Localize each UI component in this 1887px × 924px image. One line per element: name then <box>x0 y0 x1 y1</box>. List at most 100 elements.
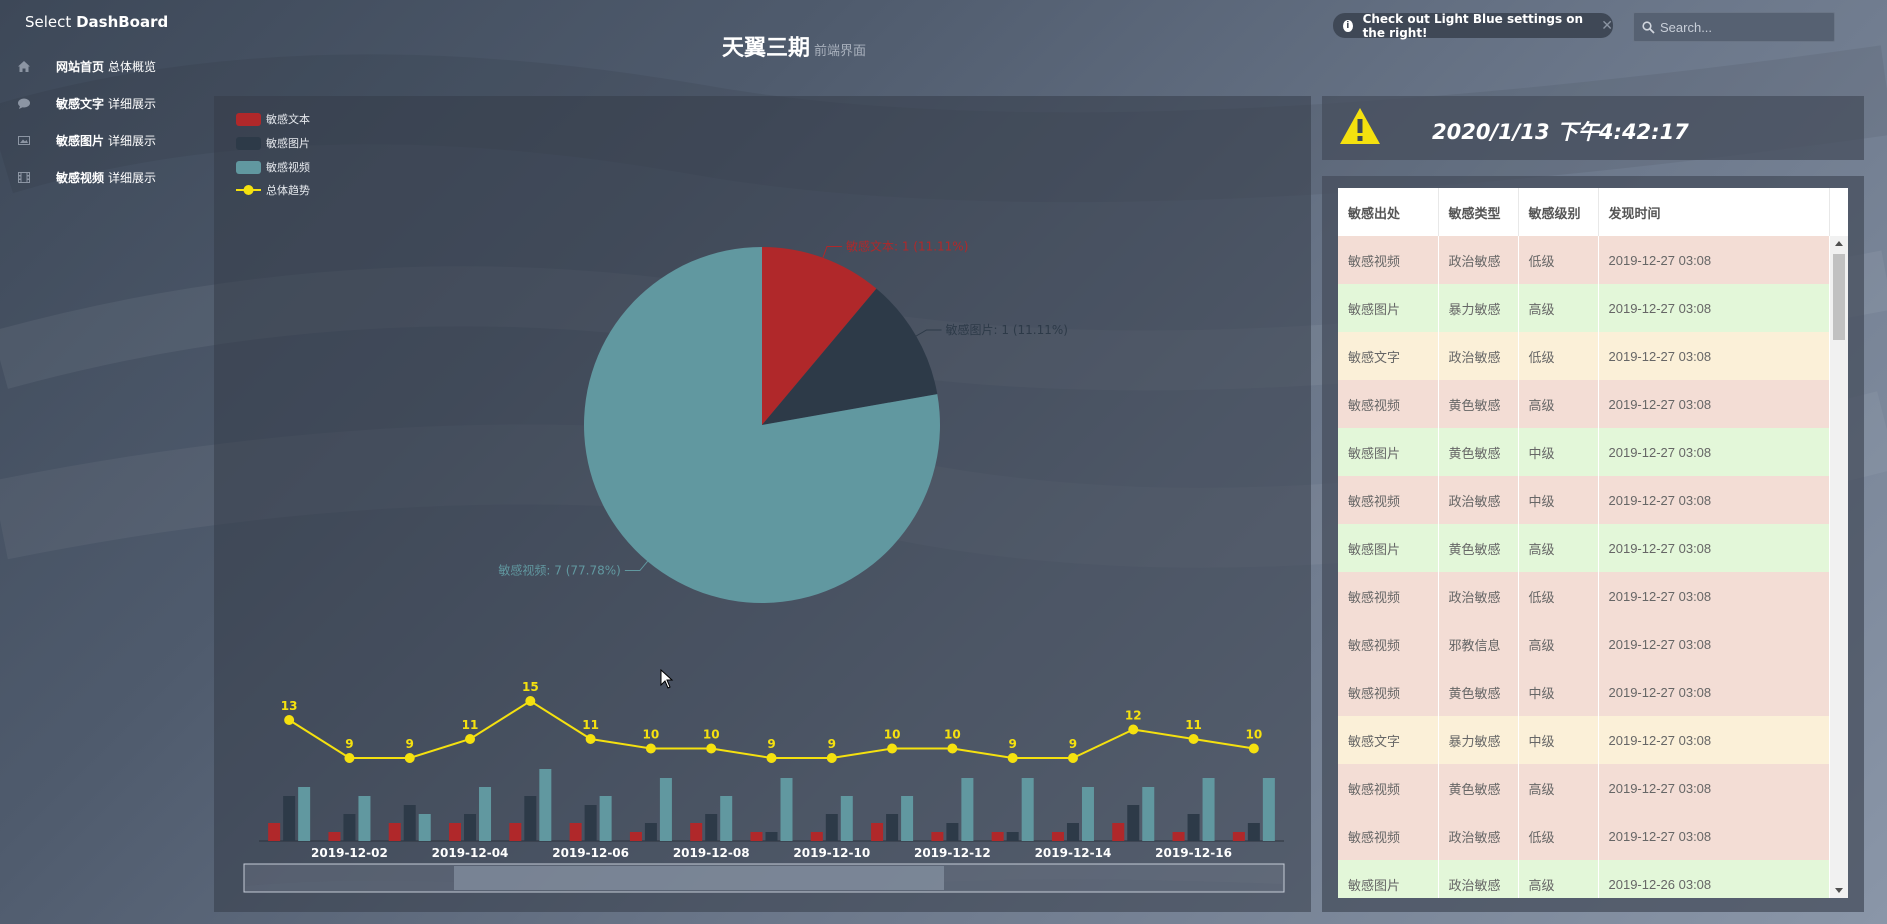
bar[interactable] <box>720 796 733 841</box>
bar[interactable] <box>524 796 537 841</box>
bar[interactable] <box>1021 778 1034 841</box>
bar[interactable] <box>1051 832 1064 841</box>
trend-point[interactable] <box>887 743 898 754</box>
table-row[interactable]: 敏感图片 黄色敏感 高级 2019-12-27 03:08 <box>1338 524 1830 572</box>
bar[interactable] <box>569 823 582 841</box>
bar[interactable] <box>599 796 612 841</box>
legend-swatch-text[interactable] <box>236 113 261 126</box>
trend-point[interactable] <box>284 715 295 725</box>
trend-point[interactable] <box>525 696 536 706</box>
legend-label-trend[interactable]: 总体趋势 <box>266 183 310 197</box>
trend-point[interactable] <box>404 753 415 763</box>
table-row[interactable]: 敏感图片 黄色敏感 中级 2019-12-27 03:08 <box>1338 428 1830 476</box>
bar[interactable] <box>690 823 703 841</box>
trend-point[interactable] <box>826 753 837 763</box>
bar[interactable] <box>901 796 914 841</box>
bar[interactable] <box>1006 832 1019 841</box>
bar[interactable] <box>403 805 416 841</box>
scroll-thumb[interactable] <box>1833 254 1845 340</box>
slider-window[interactable] <box>454 866 944 890</box>
trend-point[interactable] <box>1128 724 1139 735</box>
bar[interactable] <box>388 823 401 841</box>
trend-point[interactable] <box>766 753 777 763</box>
scroll-up-arrow[interactable] <box>1835 241 1843 246</box>
trend-point[interactable] <box>1248 743 1259 754</box>
trend-point[interactable] <box>1067 753 1078 763</box>
table-row[interactable]: 敏感视频 政治敏感 低级 2019-12-27 03:08 <box>1338 812 1830 860</box>
bar[interactable] <box>659 778 672 841</box>
legend-swatch-trend-dot[interactable] <box>243 185 254 195</box>
table-row[interactable]: 敏感图片 暴力敏感 高级 2019-12-27 03:08 <box>1338 284 1830 332</box>
bar[interactable] <box>418 814 431 841</box>
column-header-level[interactable]: 敏感级别 <box>1518 188 1599 236</box>
sidebar-item-video[interactable]: 敏感视频 详细展示 <box>0 159 200 196</box>
table-row[interactable]: 敏感视频 政治敏感 低级 2019-12-27 03:08 <box>1338 236 1830 284</box>
trend-point[interactable] <box>706 743 717 754</box>
column-header-type[interactable]: 敏感类型 <box>1438 188 1519 236</box>
bar[interactable] <box>931 832 944 841</box>
column-header-time[interactable]: 发现时间 <box>1598 188 1830 236</box>
bar[interactable] <box>343 814 356 841</box>
bar[interactable] <box>780 778 793 841</box>
table-row[interactable]: 敏感文字 暴力敏感 中级 2019-12-27 03:08 <box>1338 716 1830 764</box>
bar[interactable] <box>1247 823 1260 841</box>
bar[interactable] <box>1081 787 1094 841</box>
bar[interactable] <box>1202 778 1215 841</box>
bar[interactable] <box>283 796 296 841</box>
brand-logo[interactable]: Select DashBoard <box>25 13 168 31</box>
table-row[interactable]: 敏感图片 政治敏感 高级 2019-12-26 03:08 <box>1338 860 1830 898</box>
bar[interactable] <box>840 796 853 841</box>
bar[interactable] <box>946 823 959 841</box>
trend-point[interactable] <box>344 753 355 763</box>
bar[interactable] <box>268 823 281 841</box>
table-row[interactable]: 敏感视频 邪教信息 高级 2019-12-27 03:08 <box>1338 620 1830 668</box>
sidebar-item-home[interactable]: 网站首页 总体概览 <box>0 48 200 85</box>
legend-swatch-image[interactable] <box>236 137 261 150</box>
bar[interactable] <box>1066 823 1079 841</box>
sidebar-item-text[interactable]: 敏感文字 详细展示 <box>0 85 200 122</box>
legend-swatch-video[interactable] <box>236 161 261 174</box>
legend-label-video[interactable]: 敏感视频 <box>266 160 310 174</box>
settings-notice[interactable]: i Check out Light Blue settings on the r… <box>1333 12 1613 40</box>
bar[interactable] <box>886 814 899 841</box>
trend-point[interactable] <box>947 743 958 754</box>
bar[interactable] <box>509 823 522 841</box>
bar[interactable] <box>825 814 838 841</box>
bar[interactable] <box>1127 805 1140 841</box>
bar[interactable] <box>961 778 974 841</box>
trend-point[interactable] <box>585 734 596 744</box>
table-row[interactable]: 敏感视频 黄色敏感 高级 2019-12-27 03:08 <box>1338 764 1830 812</box>
trend-point[interactable] <box>465 734 476 744</box>
bar[interactable] <box>871 823 884 841</box>
bar[interactable] <box>629 832 642 841</box>
table-row[interactable]: 敏感视频 黄色敏感 高级 2019-12-27 03:08 <box>1338 380 1830 428</box>
bar[interactable] <box>750 832 763 841</box>
trend-point[interactable] <box>645 743 656 754</box>
bar[interactable] <box>810 832 823 841</box>
bar[interactable] <box>705 814 718 841</box>
bar[interactable] <box>358 796 371 841</box>
bar[interactable] <box>539 769 552 841</box>
bar[interactable] <box>644 823 657 841</box>
bar[interactable] <box>991 832 1004 841</box>
legend-label-image[interactable]: 敏感图片 <box>266 136 310 150</box>
bar[interactable] <box>449 823 462 841</box>
table-row[interactable]: 敏感视频 政治敏感 中级 2019-12-27 03:08 <box>1338 476 1830 524</box>
close-icon[interactable]: ✕ <box>1601 18 1613 34</box>
trend-point[interactable] <box>1188 734 1199 744</box>
table-row[interactable]: 敏感文字 政治敏感 低级 2019-12-27 03:08 <box>1338 332 1830 380</box>
bar[interactable] <box>328 832 341 841</box>
bar[interactable] <box>1142 787 1155 841</box>
scroll-down-arrow[interactable] <box>1835 888 1843 893</box>
bar[interactable] <box>1187 814 1200 841</box>
bar[interactable] <box>1172 832 1185 841</box>
table-row[interactable]: 敏感视频 黄色敏感 中级 2019-12-27 03:08 <box>1338 668 1830 716</box>
table-row[interactable]: 敏感视频 政治敏感 低级 2019-12-27 03:08 <box>1338 572 1830 620</box>
trend-point[interactable] <box>1007 753 1018 763</box>
bar[interactable] <box>584 805 597 841</box>
table-scrollbar[interactable] <box>1830 236 1848 898</box>
legend-label-text[interactable]: 敏感文本 <box>266 112 310 126</box>
bar[interactable] <box>1112 823 1125 841</box>
bar[interactable] <box>765 832 778 841</box>
data-zoom-slider[interactable] <box>243 863 1285 893</box>
